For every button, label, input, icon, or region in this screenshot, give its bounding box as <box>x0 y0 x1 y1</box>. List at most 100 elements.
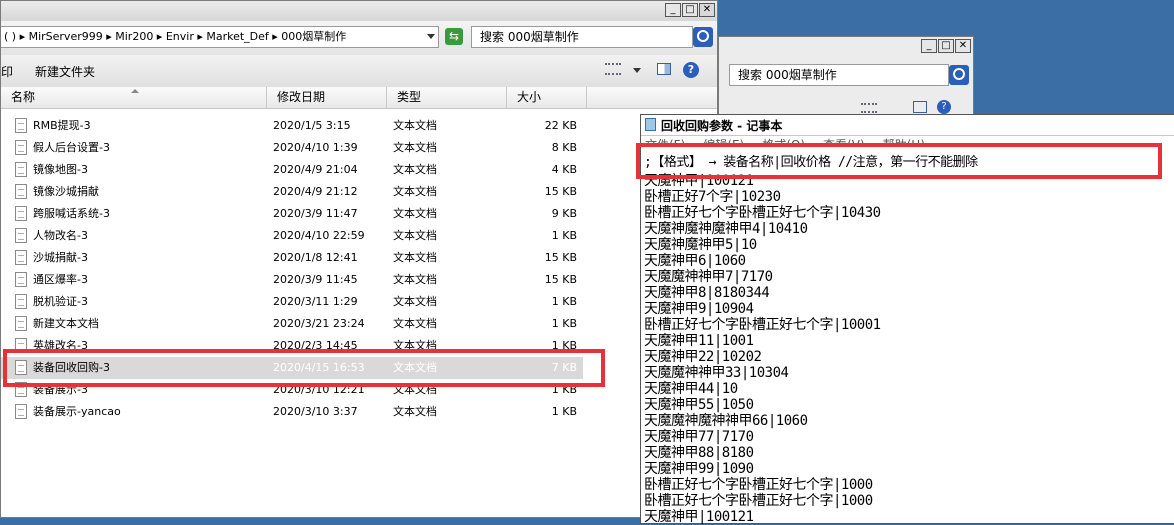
text-line: 天魔魔神神甲33|10304 <box>644 365 789 381</box>
file-size: 22 KB <box>544 119 577 132</box>
file-row[interactable]: 镜像地图-3 2020/4/9 21:04 文本文档 4 KB <box>1 159 601 181</box>
explorer-window: _ □ ✕ ( ) ▸ MirServer999 ▸ Mir200 ▸ Envi… <box>0 0 718 518</box>
view-options-icon[interactable] <box>861 103 877 113</box>
explorer-titlebar <box>1 1 717 21</box>
text-line: 天魔神甲9|10904 <box>644 301 754 317</box>
file-row[interactable]: 镜像沙城捐献 2020/4/9 21:12 文本文档 15 KB <box>1 181 601 203</box>
minimize-button[interactable]: _ <box>665 3 681 17</box>
file-size: 9 KB <box>551 207 577 220</box>
address-dropdown-icon[interactable] <box>427 34 435 39</box>
file-row[interactable]: 跨服喊话系统-3 2020/3/9 11:47 文本文档 9 KB <box>1 203 601 225</box>
text-file-icon <box>15 250 27 265</box>
file-date: 2020/3/11 1:29 <box>273 295 358 308</box>
explorer2-window-controls: _ □ ✕ <box>921 39 971 53</box>
file-name: 镜像沙城捐献 <box>33 185 99 198</box>
file-size: 1 KB <box>551 295 577 308</box>
text-file-icon <box>15 294 27 309</box>
minimize-button[interactable]: _ <box>921 39 937 53</box>
view-options-icon[interactable] <box>605 63 621 75</box>
new-folder-button[interactable]: 新建文件夹 <box>35 63 95 80</box>
text-file-icon <box>15 316 27 331</box>
text-line: 天魔神甲99|1090 <box>644 461 754 477</box>
file-type: 文本文档 <box>393 207 437 220</box>
file-name: 镜像地图-3 <box>33 163 88 176</box>
file-type: 文本文档 <box>393 185 437 198</box>
preview-pane-icon[interactable] <box>913 101 927 113</box>
search-icon[interactable] <box>949 65 969 85</box>
search-input-2[interactable]: 搜索 000烟草制作 <box>729 64 949 86</box>
file-row[interactable]: 人物改名-3 2020/4/10 22:59 文本文档 1 KB <box>1 225 601 247</box>
file-type: 文本文档 <box>393 405 437 418</box>
text-line: 天魔魔神神甲7|7170 <box>644 269 773 285</box>
close-button[interactable]: ✕ <box>699 3 715 17</box>
close-button[interactable]: ✕ <box>955 39 971 53</box>
help-icon[interactable]: ? <box>937 100 951 114</box>
text-file-icon <box>15 118 27 133</box>
view-dropdown-icon[interactable] <box>633 68 641 73</box>
text-line: 天魔神甲77|7170 <box>644 429 754 445</box>
text-line: 天魔神甲44|10 <box>644 381 738 397</box>
text-file-icon <box>15 184 27 199</box>
text-file-icon <box>15 228 27 243</box>
text-file-icon <box>15 272 27 287</box>
file-row[interactable]: 假人后台设置-3 2020/4/10 1:39 文本文档 8 KB <box>1 137 601 159</box>
highlight-box-format-line <box>636 143 1162 179</box>
notepad-title: 回收回购参数 - 记事本 <box>661 119 783 133</box>
file-row[interactable]: 沙城捐献-3 2020/1/8 12:41 文本文档 15 KB <box>1 247 601 269</box>
highlight-box-selected-file <box>3 349 605 387</box>
text-file-icon <box>15 206 27 221</box>
file-name: 沙城捐献-3 <box>33 251 88 264</box>
search-icon[interactable] <box>693 27 713 47</box>
file-type: 文本文档 <box>393 163 437 176</box>
file-date: 2020/4/9 21:04 <box>273 163 358 176</box>
maximize-button[interactable]: □ <box>938 39 954 53</box>
file-type: 文本文档 <box>393 119 437 132</box>
file-date: 2020/4/10 22:59 <box>273 229 365 242</box>
file-name: 人物改名-3 <box>33 229 88 242</box>
explorer-window-controls: _ □ ✕ <box>665 3 715 17</box>
file-date: 2020/1/8 12:41 <box>273 251 358 264</box>
text-line: 天魔神甲11|1001 <box>644 333 754 349</box>
address-bar[interactable]: ( ) ▸ MirServer999 ▸ Mir200 ▸ Envir ▸ Ma… <box>1 26 439 48</box>
file-name: 新建文本文档 <box>33 317 99 330</box>
file-type: 文本文档 <box>393 229 437 242</box>
search-input[interactable]: 搜索 000烟草制作 <box>471 26 693 48</box>
help-icon[interactable]: ? <box>683 62 699 78</box>
file-date: 2020/3/10 3:37 <box>273 405 358 418</box>
text-line: 卧槽正好7个字|10230 <box>644 189 781 205</box>
file-date: 2020/1/5 3:15 <box>273 119 351 132</box>
text-line: 天魔神甲22|10202 <box>644 349 762 365</box>
text-line: 天魔神甲|100121 <box>644 509 754 525</box>
file-date: 2020/4/10 1:39 <box>273 141 358 154</box>
file-row[interactable]: 通区爆率-3 2020/3/9 11:45 文本文档 15 KB <box>1 269 601 291</box>
text-line: 天魔神甲8|8180344 <box>644 285 770 301</box>
file-size: 15 KB <box>544 185 577 198</box>
refresh-icon[interactable]: ⇆ <box>445 28 463 45</box>
preview-pane-icon[interactable] <box>657 63 671 75</box>
column-header-type[interactable]: 类型 <box>387 87 507 108</box>
file-size: 1 KB <box>551 317 577 330</box>
text-file-icon <box>15 140 27 155</box>
file-row[interactable]: 装备展示-yancao 2020/3/10 3:37 文本文档 1 KB <box>1 401 601 423</box>
file-row[interactable]: RMB提现-3 2020/1/5 3:15 文本文档 22 KB <box>1 115 601 137</box>
column-header-date[interactable]: 修改日期 <box>267 87 387 108</box>
file-type: 文本文档 <box>393 317 437 330</box>
explorer-window-2: _ □ ✕ 搜索 000烟草制作 ? <box>718 36 974 120</box>
file-name: 通区爆率-3 <box>33 273 88 286</box>
print-button[interactable]: 打印 <box>1 63 13 80</box>
maximize-button[interactable]: □ <box>682 3 698 17</box>
file-row[interactable]: 脱机验证-3 2020/3/11 1:29 文本文档 1 KB <box>1 291 601 313</box>
column-header-size[interactable]: 大小 <box>507 87 587 108</box>
text-line: 卧槽正好七个字卧槽正好七个字|1000 <box>644 493 873 509</box>
file-size: 4 KB <box>551 163 577 176</box>
notepad-app-icon <box>645 118 656 131</box>
file-type: 文本文档 <box>393 141 437 154</box>
file-name: 假人后台设置-3 <box>33 141 110 154</box>
file-row[interactable]: 新建文本文档 2020/3/21 23:24 文本文档 1 KB <box>1 313 601 335</box>
file-type: 文本文档 <box>393 295 437 308</box>
file-type: 文本文档 <box>393 251 437 264</box>
file-date: 2020/3/9 11:47 <box>273 207 358 220</box>
text-line: 天魔神甲88|8180 <box>644 445 754 461</box>
file-name: 装备展示-yancao <box>33 405 121 418</box>
file-date: 2020/3/21 23:24 <box>273 317 365 330</box>
